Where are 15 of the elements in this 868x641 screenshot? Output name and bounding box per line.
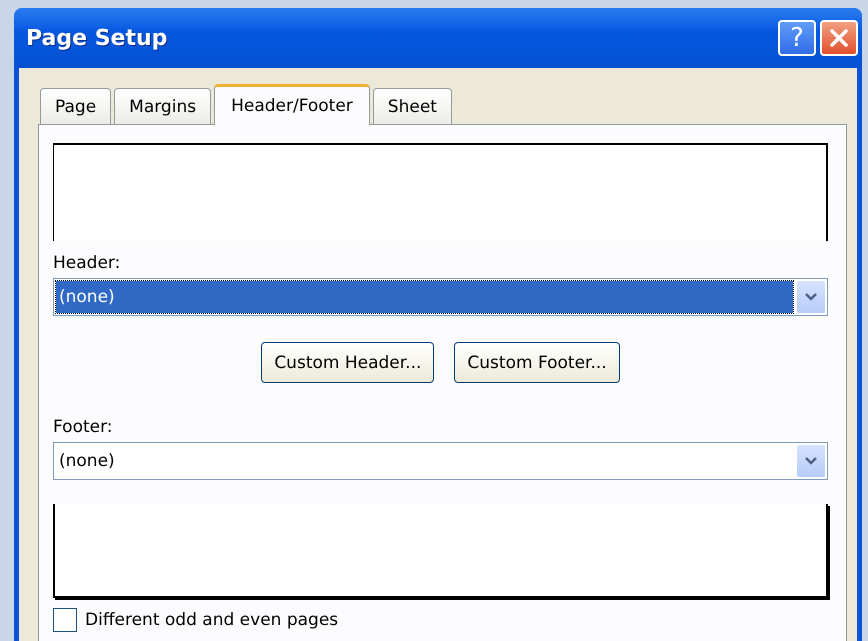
checkbox-label[interactable]: Different odd and even pages <box>85 610 338 630</box>
header-dropdown[interactable]: (none) <box>53 278 828 316</box>
footer-dropdown[interactable]: (none) <box>53 442 828 480</box>
custom-header-button[interactable]: Custom Header... <box>261 342 434 383</box>
close-icon[interactable] <box>828 27 850 49</box>
window-title: Page Setup <box>26 26 168 50</box>
close-button[interactable] <box>820 20 858 56</box>
checkbox[interactable] <box>53 608 77 632</box>
tab[interactable]: Page <box>40 88 112 124</box>
tab[interactable]: Header/Footer <box>214 84 370 125</box>
custom-footer-button[interactable]: Custom Footer... <box>454 342 620 383</box>
tab[interactable]: Sheet <box>372 88 452 124</box>
footer-label: Footer: <box>53 417 114 437</box>
header-label: Header: <box>53 253 122 273</box>
tab[interactable]: Margins <box>114 88 212 124</box>
